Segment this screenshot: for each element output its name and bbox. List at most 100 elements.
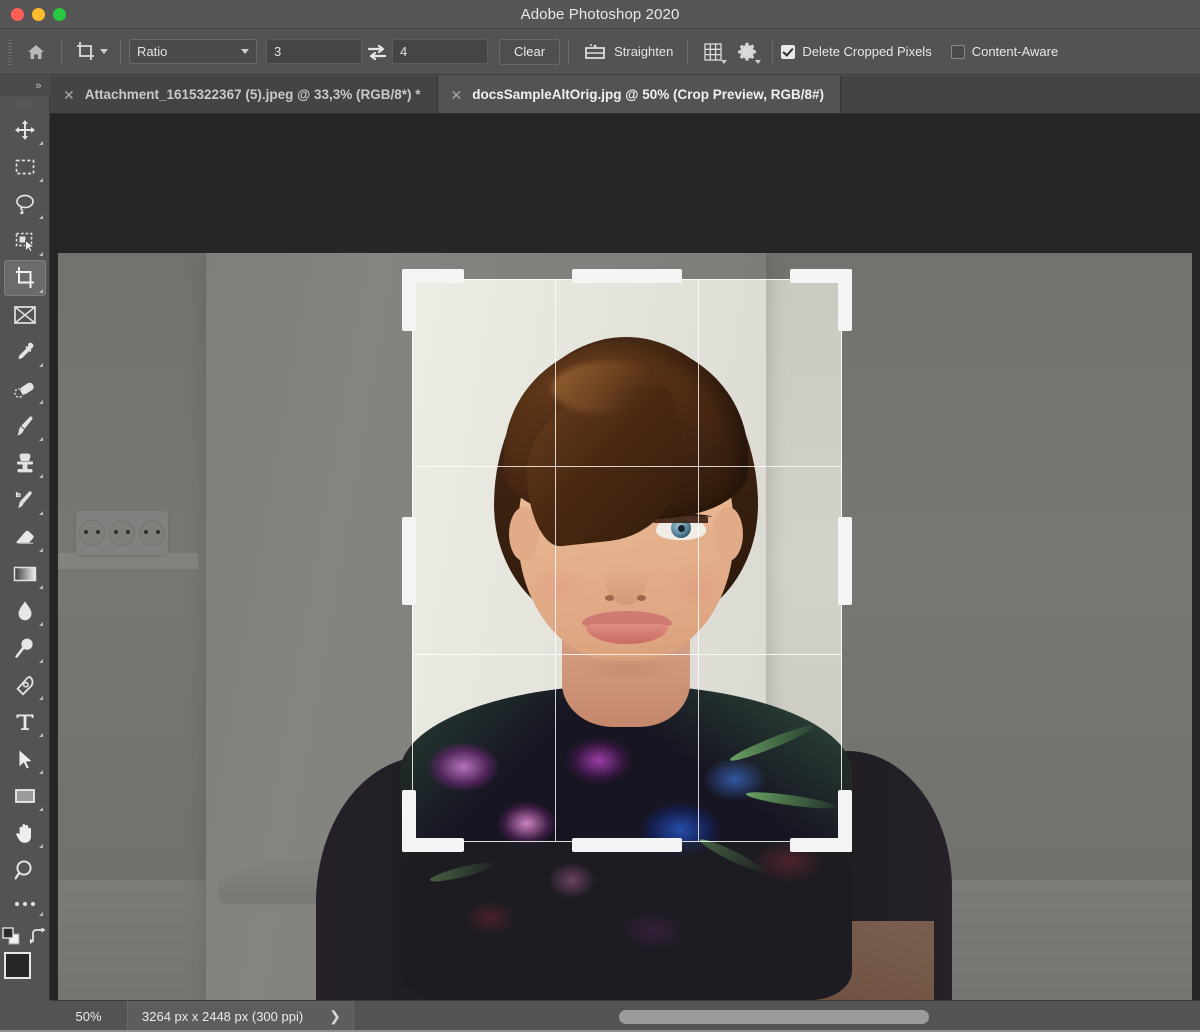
divider (772, 39, 773, 65)
document-dimensions[interactable]: 3264 px x 2448 px (300 ppi) ❯ (128, 1001, 354, 1032)
crop-settings-button[interactable] (730, 35, 764, 69)
content-aware-checkbox[interactable]: Content-Aware (951, 44, 1058, 59)
straighten-label: Straighten (614, 44, 673, 59)
move-icon (13, 118, 37, 142)
aspect-ratio-select[interactable]: Ratio (129, 39, 257, 64)
eraser-icon (12, 525, 38, 549)
photoshop-window: Adobe Photoshop 2020 Ratio (0, 0, 1200, 1032)
home-button[interactable] (19, 35, 53, 69)
chevron-right-icon[interactable]: ❯ (329, 1008, 341, 1025)
flyout-indicator-icon (39, 770, 43, 774)
flyout-indicator-icon (39, 511, 43, 515)
gradient-icon (11, 563, 39, 585)
nostril-left (605, 595, 614, 601)
options-bar-grip[interactable] (5, 38, 15, 66)
close-icon[interactable]: ✕ (63, 88, 75, 102)
tool-edit-toolbar[interactable] (4, 889, 46, 919)
foreground-color-swatch[interactable] (4, 952, 31, 979)
flyout-indicator-icon (39, 474, 43, 478)
flyout-indicator-icon (39, 363, 43, 367)
tool-history-brush[interactable] (4, 482, 46, 518)
crop-overlay-options-button[interactable] (696, 35, 730, 69)
flyout-indicator-icon (39, 178, 43, 182)
divider (568, 39, 569, 65)
tool-lasso[interactable] (4, 186, 46, 222)
tool-gradient[interactable] (4, 556, 46, 592)
tool-eyedropper[interactable] (4, 334, 46, 370)
flyout-indicator-icon (39, 622, 43, 626)
app-title: Adobe Photoshop 2020 (0, 6, 1200, 23)
document-tab-1[interactable]: ✕ Attachment_1615322367 (5).jpeg @ 33,3%… (50, 76, 438, 113)
document-dimensions-label: 3264 px x 2448 px (300 ppi) (142, 1009, 303, 1024)
tool-zoom[interactable] (4, 852, 46, 888)
tool-clone-stamp[interactable] (4, 445, 46, 481)
collapse-toolbar-button[interactable]: » (0, 76, 50, 96)
hair-highlight (552, 361, 672, 415)
chevron-down-icon (755, 60, 761, 64)
tool-healing-brush[interactable] (4, 371, 46, 407)
clone-stamp-icon (13, 451, 37, 475)
aspect-ratio-value: Ratio (137, 44, 167, 59)
tool-crop[interactable] (4, 260, 46, 296)
tool-dodge[interactable] (4, 630, 46, 666)
type-icon (13, 710, 37, 734)
flyout-indicator-icon (39, 141, 43, 145)
flyout-indicator-icon (39, 733, 43, 737)
divider (61, 39, 62, 65)
tool-rectangle-shape[interactable] (4, 778, 46, 814)
color-swatches (3, 952, 47, 998)
tool-frame[interactable] (4, 297, 46, 333)
color-shortcuts-row (1, 926, 49, 946)
portrait-subject (376, 281, 876, 1000)
nostril-right (637, 595, 646, 601)
wall-ledge (58, 553, 198, 569)
document-tab-2[interactable]: ✕ docsSampleAltOrig.jpg @ 50% (Crop Prev… (438, 76, 841, 113)
canvas-area[interactable] (50, 114, 1200, 1000)
tool-brush[interactable] (4, 408, 46, 444)
tool-path-selection[interactable] (4, 741, 46, 777)
straighten-icon (583, 42, 607, 62)
marquee-rect-icon (13, 155, 37, 179)
clear-button[interactable]: Clear (499, 39, 560, 65)
swap-colors-icon[interactable] (29, 926, 49, 946)
eyedropper-icon (13, 340, 37, 364)
content-aware-label: Content-Aware (972, 44, 1058, 59)
horizontal-scrollbar[interactable] (354, 1001, 1200, 1032)
swap-dimensions-button[interactable] (362, 38, 392, 66)
default-colors-icon[interactable] (1, 926, 21, 946)
crop-width-field[interactable]: 3 (266, 39, 362, 64)
tool-rectangular-marquee[interactable] (4, 149, 46, 185)
flyout-indicator-icon (39, 289, 43, 293)
hand-icon (13, 821, 37, 845)
tool-blur[interactable] (4, 593, 46, 629)
flyout-indicator-icon (39, 696, 43, 700)
cheek-right (668, 567, 722, 607)
tool-hand[interactable] (4, 815, 46, 851)
tool-preset-picker[interactable] (70, 40, 112, 64)
tool-object-selection[interactable] (4, 223, 46, 259)
tool-pen[interactable] (4, 667, 46, 703)
zoom-level-field[interactable]: 50% (50, 1001, 128, 1032)
toolbar-grip[interactable] (0, 96, 50, 112)
brush-icon (13, 414, 37, 438)
close-icon[interactable]: ✕ (451, 88, 463, 102)
tool-eraser[interactable] (4, 519, 46, 555)
lips (582, 611, 672, 645)
cheek-left (530, 567, 584, 607)
chevron-down-icon (721, 60, 727, 64)
crop-height-field[interactable]: 4 (392, 39, 488, 64)
delete-cropped-pixels-checkbox[interactable]: Delete Cropped Pixels (781, 44, 931, 59)
flyout-indicator-icon (39, 659, 43, 663)
tool-type[interactable] (4, 704, 46, 740)
swap-arrows-icon (366, 42, 388, 62)
horizontal-scrollbar-thumb[interactable] (619, 1010, 929, 1024)
straighten-button[interactable]: Straighten (577, 42, 679, 62)
history-brush-icon (12, 488, 38, 512)
flyout-indicator-icon (39, 252, 43, 256)
healing-brush-icon (12, 377, 38, 401)
tool-move[interactable] (4, 112, 46, 148)
pen-icon (13, 673, 37, 697)
object-selection-icon (13, 229, 37, 253)
blur-drop-icon (14, 599, 36, 623)
document-image[interactable] (58, 253, 1192, 1000)
